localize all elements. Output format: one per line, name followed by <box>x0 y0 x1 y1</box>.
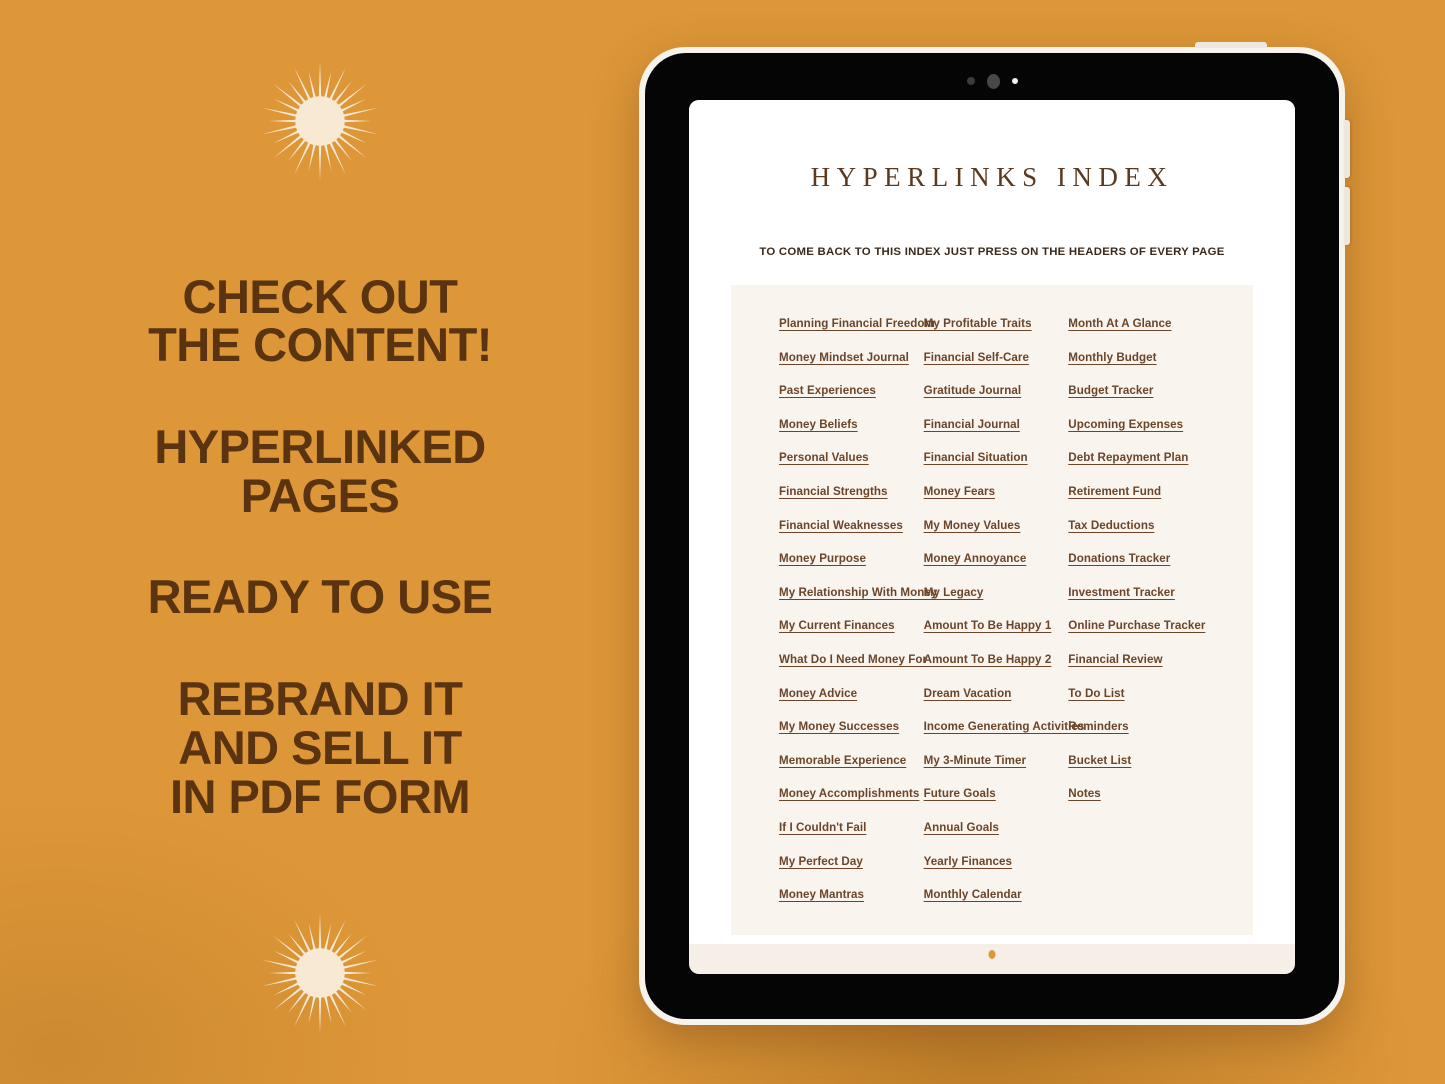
links-column-2: My Profitable Traits Financial Self-Care G… <box>924 317 1085 901</box>
hyperlink-item[interactable]: Notes <box>1068 787 1100 800</box>
hyperlink-item[interactable]: Retirement Fund <box>1068 485 1161 498</box>
hyperlink-item[interactable]: Dream Vacation <box>924 687 1012 700</box>
hyperlink-item[interactable]: Monthly Calendar <box>924 888 1022 901</box>
tablet-screen[interactable]: HYPERLINKS INDEX TO COME BACK TO THIS IN… <box>689 100 1295 974</box>
hyperlink-item[interactable]: My Money Values <box>924 519 1021 532</box>
promo-block-1: CHECK OUT THE CONTENT! <box>0 269 640 372</box>
promo-line: THE CONTENT! <box>148 318 492 372</box>
promo-line: HYPERLINKED <box>154 419 486 473</box>
sunburst-top-icon <box>255 56 385 186</box>
hyperlink-item[interactable]: Monthly Budget <box>1068 351 1156 364</box>
hyperlink-item[interactable]: Money Purpose <box>779 552 866 565</box>
hyperlink-item[interactable]: Financial Situation <box>924 451 1028 464</box>
hyperlink-item[interactable]: Financial Journal <box>924 418 1020 431</box>
promo-line: READY TO USE <box>147 570 493 624</box>
hyperlink-item[interactable]: Personal Values <box>779 451 869 464</box>
camera-lens-icon <box>986 73 1000 89</box>
hyperlink-item[interactable]: Gratitude Journal <box>924 384 1021 397</box>
promo-panel: CHECK OUT THE CONTENT! HYPERLINKED PAGES… <box>0 0 640 1084</box>
links-columns: Planning Financial Freedom Money Mindset … <box>779 317 1213 901</box>
hyperlink-item[interactable]: If I Couldn't Fail <box>779 821 866 834</box>
promo-block-2: HYPERLINKED PAGES <box>0 419 640 522</box>
hyperlink-item[interactable]: Annual Goals <box>924 821 999 834</box>
hyperlink-item[interactable]: Budget Tracker <box>1068 384 1153 397</box>
page-title: HYPERLINKS INDEX <box>810 162 1174 192</box>
hyperlink-item[interactable]: Reminders <box>1068 720 1128 733</box>
tablet-device: HYPERLINKS INDEX TO COME BACK TO THIS IN… <box>639 42 1350 1025</box>
hyperlink-item[interactable]: My Profitable Traits <box>924 317 1032 330</box>
hyperlink-item[interactable]: To Do List <box>1068 687 1124 700</box>
promo-block-4: REBRAND IT AND SELL IT IN PDF FORM <box>0 671 640 823</box>
camera-row <box>645 73 1339 89</box>
hyperlink-item[interactable]: Online Purchase Tracker <box>1068 619 1205 632</box>
hyperlink-item[interactable]: Amount To Be Happy 1 <box>924 619 1052 632</box>
hyperlink-item[interactable]: Past Experiences <box>779 384 876 397</box>
hyperlink-item[interactable]: Planning Financial Freedom <box>779 317 935 330</box>
promo-text-group: CHECK OUT THE CONTENT! HYPERLINKED PAGES… <box>0 186 640 908</box>
promo-line: IN PDF FORM <box>170 769 470 823</box>
hyperlink-item[interactable]: Yearly Finances <box>924 855 1012 868</box>
hyperlink-item[interactable]: Bucket List <box>1068 754 1131 767</box>
hyperlink-item[interactable]: Future Goals <box>924 787 996 800</box>
hyperlink-item[interactable]: Financial Weaknesses <box>779 519 903 532</box>
hyperlink-item[interactable]: Amount To Be Happy 2 <box>924 653 1052 666</box>
hyperlink-item[interactable]: Month At A Glance <box>1068 317 1171 330</box>
tablet-bezel: HYPERLINKS INDEX TO COME BACK TO THIS IN… <box>645 53 1339 1019</box>
pdf-page: HYPERLINKS INDEX TO COME BACK TO THIS IN… <box>689 100 1295 944</box>
hyperlink-item[interactable]: Money Fears <box>924 485 995 498</box>
hyperlink-item[interactable]: My Money Successes <box>779 720 899 733</box>
volume-down-button[interactable] <box>1344 187 1350 245</box>
links-panel: Planning Financial Freedom Money Mindset … <box>731 285 1253 936</box>
hyperlink-item[interactable]: Money Beliefs <box>779 418 858 431</box>
hyperlink-item[interactable]: My Current Finances <box>779 619 895 632</box>
hyperlink-item[interactable]: Money Mindset Journal <box>779 351 909 364</box>
hyperlink-item[interactable]: Money Annoyance <box>924 552 1027 565</box>
hyperlink-item[interactable]: Investment Tracker <box>1068 586 1175 599</box>
volume-up-button[interactable] <box>1344 120 1350 178</box>
power-button[interactable] <box>1195 42 1267 48</box>
links-column-3: Month At A Glance Monthly Budget Budget Tr… <box>1068 317 1213 901</box>
hyperlink-item[interactable]: My Perfect Day <box>779 855 863 868</box>
promo-line: CHECK OUT <box>182 269 458 323</box>
hyperlink-item[interactable]: My Legacy <box>924 586 984 599</box>
hyperlink-item[interactable]: Money Mantras <box>779 888 864 901</box>
hyperlink-item[interactable]: My 3-Minute Timer <box>924 754 1026 767</box>
hyperlink-item[interactable]: Debt Repayment Plan <box>1068 451 1188 464</box>
tablet-shell: HYPERLINKS INDEX TO COME BACK TO THIS IN… <box>639 42 1350 1025</box>
hyperlink-item[interactable]: Tax Deductions <box>1068 519 1154 532</box>
home-dot-icon <box>988 950 996 959</box>
camera-dot-icon <box>966 77 975 85</box>
promo-block-3: READY TO USE <box>0 570 640 624</box>
hyperlink-item[interactable]: Donations Tracker <box>1068 552 1170 565</box>
promo-line: REBRAND IT <box>177 671 463 725</box>
hyperlink-item[interactable]: Money Accomplishments <box>779 787 919 800</box>
sunburst-bottom-icon <box>255 908 385 1038</box>
links-column-1: Planning Financial Freedom Money Mindset … <box>779 317 937 901</box>
hyperlink-item[interactable]: Money Advice <box>779 687 857 700</box>
page-subtitle: TO COME BACK TO THIS INDEX JUST PRESS ON… <box>759 246 1225 258</box>
hyperlink-item[interactable]: Financial Self-Care <box>924 351 1029 364</box>
sensor-dot-icon <box>1011 78 1018 84</box>
hyperlink-item[interactable]: My Relationship With Money <box>779 586 937 599</box>
hyperlink-item[interactable]: Financial Strengths <box>779 485 888 498</box>
hyperlink-item[interactable]: Upcoming Expenses <box>1068 418 1183 431</box>
hyperlink-item[interactable]: Financial Review <box>1068 653 1162 666</box>
promo-line: AND SELL IT <box>178 720 462 774</box>
promo-line: PAGES <box>240 468 400 522</box>
hyperlink-item[interactable]: Memorable Experience <box>779 754 906 767</box>
hyperlink-item[interactable]: Income Generating Activities <box>924 720 1085 733</box>
hyperlink-item[interactable]: What Do I Need Money For <box>779 653 927 666</box>
